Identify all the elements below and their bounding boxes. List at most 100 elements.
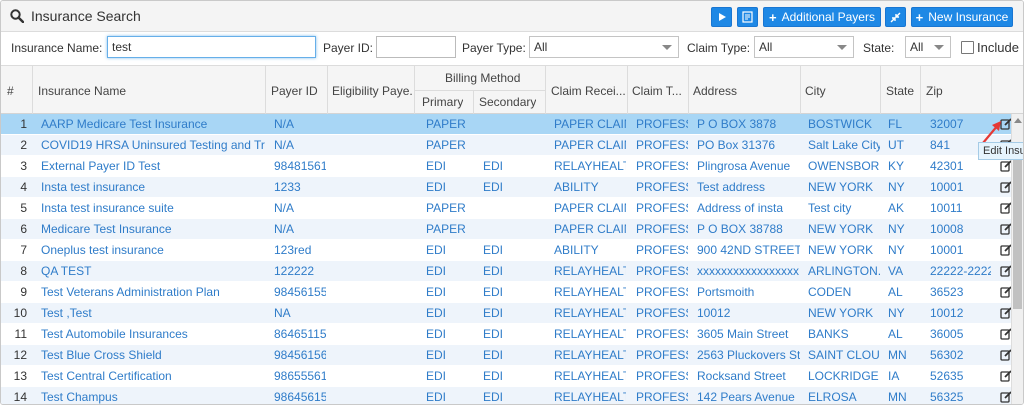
edit-icon[interactable] [1000, 265, 1011, 277]
col-header-eligibility[interactable]: Eligibility Paye... [332, 84, 412, 98]
table-row[interactable]: 3 External Payer ID Test 98481561 EDI EDI REL… [1, 156, 1011, 177]
table-row[interactable]: 7 Oneplus test insurance 123red EDI EDI ABILI… [1, 240, 1011, 261]
secondary-cell: EDI [483, 369, 504, 383]
secondary-cell: EDI [483, 390, 504, 404]
col-header-secondary[interactable]: Secondary [479, 95, 536, 109]
insurance-name-cell[interactable]: Test Automobile Insurances [41, 324, 265, 345]
payer-type-select[interactable]: All [529, 36, 679, 58]
secondary-cell [483, 198, 543, 219]
state-cell: MN [888, 390, 907, 404]
edit-icon[interactable] [1000, 286, 1011, 298]
row-number: 13 [13, 369, 27, 383]
new-insurance-label: New Insurance [928, 10, 1009, 24]
insurance-name-cell[interactable]: AARP Medicare Test Insurance [41, 114, 265, 135]
insurance-name-cell[interactable]: Insta test insurance suite [41, 198, 265, 219]
insurance-name-cell[interactable]: Test ,Test [41, 303, 265, 324]
payer-id-cell: 1233 [274, 180, 301, 194]
new-insurance-button[interactable]: + New Insurance [911, 7, 1013, 27]
table-row[interactable]: 4 Insta test insurance 1233 EDI EDI ABILITY PR… [1, 177, 1011, 198]
eligibility-cell [332, 156, 412, 177]
state-cell: NY [888, 243, 905, 257]
edit-icon[interactable] [1000, 328, 1011, 340]
insurance-name-cell[interactable]: Test Veterans Administration Plan [41, 282, 265, 303]
col-header-primary[interactable]: Primary [422, 95, 463, 109]
payer-id-cell: N/A [274, 117, 295, 131]
table-row[interactable]: 5 Insta test insurance suite N/A PAPER PAPER… [1, 198, 1011, 219]
scrollbar-thumb[interactable] [1013, 154, 1022, 309]
table-row[interactable]: 12 Test Blue Cross Shield 98456156 EDI EDI RE… [1, 345, 1011, 366]
table-row[interactable]: 13 Test Central Certification 98655561 EDI E… [1, 366, 1011, 387]
insurance-name-cell[interactable]: QA TEST [41, 261, 265, 282]
edit-icon[interactable] [1000, 244, 1011, 256]
table-row[interactable]: 8 QA TEST 122222 EDI EDI RELAYHEALTH PROFESSI x… [1, 261, 1011, 282]
grid-body: 1 AARP Medicare Test Insurance N/A PAPER PAP… [1, 114, 1011, 404]
col-header-insurance-name[interactable]: Insurance Name [38, 84, 126, 98]
collapse-button[interactable] [885, 7, 906, 27]
table-row[interactable]: 6 Medicare Test Insurance N/A PAPER PAPER CL… [1, 219, 1011, 240]
primary-cell: EDI [426, 285, 447, 299]
col-header-address[interactable]: Address [693, 84, 737, 98]
insurance-name-cell[interactable]: Test Central Certification [41, 366, 265, 387]
claim-type-cell: PROFESSI [636, 180, 688, 194]
primary-cell: PAPER [426, 201, 466, 215]
table-row[interactable]: 11 Test Automobile Insurances 86465115 EDI E… [1, 324, 1011, 345]
col-header-claim-type[interactable]: Claim T... [632, 84, 687, 98]
col-header-zip[interactable]: Zip [926, 84, 943, 98]
city-cell: ELROSA [808, 390, 857, 404]
table-row[interactable]: 10 Test ,Test NA EDI EDI RELAYHEALTH PROFESSI 1… [1, 303, 1011, 324]
col-header-payer-id[interactable]: Payer ID [271, 84, 318, 98]
state-cell: VA [888, 264, 904, 278]
scroll-up-icon[interactable] [1014, 118, 1022, 123]
insurance-name-cell[interactable]: Insta test insurance [41, 177, 265, 198]
claim-type-select[interactable]: All [754, 36, 854, 58]
zip-cell: 36005 [930, 327, 964, 341]
edit-icon[interactable] [1000, 160, 1011, 172]
payer-id-cell: N/A [274, 201, 295, 215]
payer-id-cell: N/A [274, 222, 295, 236]
col-header-city[interactable]: City [805, 84, 826, 98]
title-bar: Insurance Search + Additional Payers + N… [1, 1, 1023, 32]
table-row[interactable]: 1 AARP Medicare Test Insurance N/A PAPER PAP… [1, 114, 1011, 135]
payer-id-cell: 98456156 [274, 348, 326, 362]
table-row[interactable]: 14 Test Champus 98645615 EDI EDI RELAYHEALTH P… [1, 387, 1011, 404]
table-row[interactable]: 9 Test Veterans Administration Plan 984561… [1, 282, 1011, 303]
insurance-grid: # Insurance Name Payer ID Eligibility Pa… [1, 65, 1023, 404]
col-header-state[interactable]: State [886, 84, 914, 98]
row-number: 7 [20, 243, 27, 257]
edit-icon[interactable] [1000, 181, 1011, 193]
additional-payers-button[interactable]: + Additional Payers [763, 7, 881, 27]
export-button[interactable] [737, 7, 758, 27]
payer-id-input[interactable] [376, 36, 456, 58]
insurance-name-cell[interactable]: Medicare Test Insurance [41, 219, 265, 240]
edit-icon[interactable] [1000, 349, 1011, 361]
insurance-name-input[interactable] [107, 36, 316, 58]
edit-icon[interactable] [1000, 370, 1011, 382]
insurance-name-cell[interactable]: External Payer ID Test [41, 156, 265, 177]
window-title: Insurance Search [31, 8, 141, 24]
city-cell: ARLINGTON... [808, 264, 880, 278]
zip-cell: 10012 [930, 306, 964, 320]
edit-icon[interactable] [1000, 391, 1011, 403]
state-cell: NY [888, 180, 905, 194]
edit-icon[interactable] [1000, 223, 1011, 235]
run-search-button[interactable] [711, 7, 732, 27]
secondary-cell: EDI [483, 180, 504, 194]
include-checkbox[interactable] [961, 41, 974, 54]
col-header-num[interactable]: # [7, 84, 14, 98]
claim-receiver-cell: PAPER CLAIM [554, 117, 626, 131]
claim-type-value: All [759, 40, 773, 54]
row-number: 5 [20, 201, 27, 215]
table-row[interactable]: 2 COVID19 HRSA Uninsured Testing and Tre N… [1, 135, 1011, 156]
claim-receiver-cell: RELAYHEALTH [554, 264, 626, 278]
eligibility-cell [332, 324, 412, 345]
edit-icon[interactable] [1000, 307, 1011, 319]
col-header-claim-receiver[interactable]: Claim Recei... [551, 84, 625, 98]
state-select[interactable]: All [905, 36, 951, 58]
insurance-name-cell[interactable]: COVID19 HRSA Uninsured Testing and Tre [41, 135, 265, 156]
row-number: 6 [20, 222, 27, 236]
edit-icon[interactable] [1000, 202, 1011, 214]
insurance-name-cell[interactable]: Test Champus [41, 387, 265, 404]
insurance-name-cell[interactable]: Oneplus test insurance [41, 240, 265, 261]
primary-cell: EDI [426, 243, 447, 257]
insurance-name-cell[interactable]: Test Blue Cross Shield [41, 345, 265, 366]
